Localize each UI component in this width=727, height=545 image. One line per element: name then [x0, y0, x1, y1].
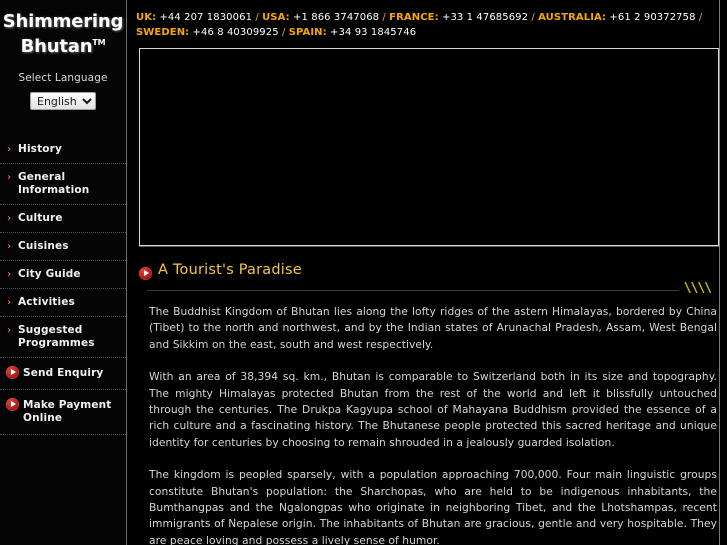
contact-separator: /: [528, 12, 539, 23]
logo-line-1: Shimmering: [2, 11, 124, 32]
sidebar-item-general-information[interactable]: › General Information: [0, 164, 126, 205]
contact-country-label: UK:: [136, 12, 157, 23]
article-paragraph: The Buddhist Kingdom of Bhutan lies alon…: [149, 305, 717, 351]
chevron-right-icon: ›: [7, 213, 12, 224]
sidebar-item-cuisines[interactable]: › Cuisines: [0, 233, 126, 261]
sidebar-item-activities[interactable]: › Activities: [0, 289, 126, 317]
chevron-right-icon: ›: [7, 144, 12, 155]
contact-phone-number: +34 93 1845746: [326, 26, 417, 38]
sidebar-item-make-payment-online[interactable]: Make Payment Online: [0, 390, 126, 435]
contact-phone-number: +33 1 47685692: [438, 12, 529, 23]
page-title: A Tourist's Paradise: [158, 262, 302, 278]
contact-phone-number: +44 207 1830061: [156, 12, 253, 23]
section-divider: [147, 290, 679, 291]
logo-word-bhutan: Bhutan: [20, 36, 93, 57]
chevron-right-icon: ›: [7, 241, 12, 252]
contact-country-label: AUSTRALIA:: [538, 12, 607, 23]
sidebar-item-label: Make Payment Online: [23, 399, 112, 424]
contact-phone-number: +1 866 3747068: [289, 12, 380, 23]
sidebar-item-label: City Guide: [18, 268, 81, 280]
sidebar-item-label: Culture: [18, 212, 63, 224]
sidebar-item-label: Send Enquiry: [23, 367, 104, 379]
sidebar-item-label: History: [18, 143, 62, 155]
select-language-label: Select Language: [18, 72, 108, 84]
contact-country-label: USA:: [262, 12, 290, 23]
chevron-right-icon: ›: [7, 325, 12, 336]
contact-country-label: FRANCE:: [389, 12, 439, 23]
article-paragraph: The kingdom is peopled sparsely, with a …: [149, 468, 717, 545]
sidebar-item-label: Cuisines: [18, 240, 69, 252]
sidebar-item-send-enquiry[interactable]: Send Enquiry: [0, 358, 126, 390]
banner-frame: [139, 48, 719, 246]
trademark-mark: TM: [92, 38, 106, 47]
contact-country-label: SPAIN:: [288, 26, 327, 38]
language-select-row: English: [0, 90, 126, 110]
article-body: The Buddhist Kingdom of Bhutan lies alon…: [149, 304, 717, 545]
sidebar: Shimmering BhutanTM Select Language Engl…: [0, 0, 127, 545]
page-right-border: [719, 0, 720, 545]
play-bullet-icon: [139, 267, 152, 280]
article-paragraph: With an area of 38,394 sq. km., Bhutan i…: [149, 370, 717, 449]
contact-separator: /: [379, 12, 390, 23]
contact-phone-number: +61 2 90372758: [606, 12, 696, 23]
logo-line-2: BhutanTM: [0, 32, 126, 57]
main-content: UK: +44 207 1830061 / USA: +1 866 374706…: [127, 0, 727, 545]
contact-country-label: SWEDEN:: [136, 26, 190, 38]
contact-phone-number: +46 8 40309925: [189, 26, 279, 38]
chevron-right-icon: ›: [7, 297, 12, 308]
chevron-right-icon: ›: [7, 269, 12, 280]
sidebar-nav: › History › General Information › Culture › Cui…: [0, 136, 126, 435]
section-header: A Tourist's Paradise \\\\: [139, 262, 719, 296]
play-bullet-icon: [6, 366, 19, 379]
sidebar-item-suggested-programmes[interactable]: › Suggested Programmes: [0, 317, 126, 358]
contact-phone-bar: UK: +44 207 1830061 / USA: +1 866 374706…: [127, 0, 727, 44]
contact-separator: /: [252, 12, 263, 23]
sidebar-item-label: Activities: [18, 296, 75, 308]
sidebar-item-culture[interactable]: › Culture: [0, 205, 126, 233]
contact-separator: /: [695, 12, 703, 23]
sidebar-item-history[interactable]: › History: [0, 136, 126, 164]
sidebar-item-label: Suggested Programmes: [18, 324, 95, 349]
chevron-right-icon: ›: [7, 172, 12, 183]
contact-separator: /: [278, 26, 289, 38]
play-bullet-icon: [6, 398, 19, 411]
sidebar-item-label: General Information: [18, 171, 90, 196]
squiggle-ornament-icon: \\\\: [683, 281, 712, 296]
sidebar-item-city-guide[interactable]: › City Guide: [0, 261, 126, 289]
page-root: Shimmering BhutanTM Select Language Engl…: [0, 0, 727, 545]
site-logo[interactable]: Shimmering BhutanTM: [0, 0, 126, 57]
language-select[interactable]: English: [30, 92, 96, 110]
